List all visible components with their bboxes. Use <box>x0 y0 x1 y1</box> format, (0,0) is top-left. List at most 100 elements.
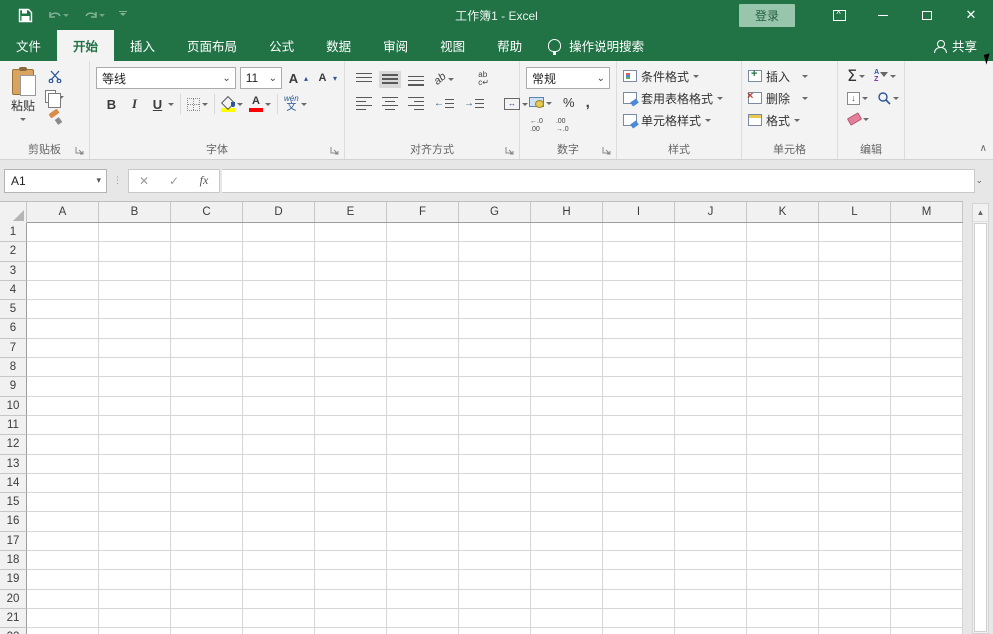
row-header-2[interactable]: 2 <box>0 242 27 261</box>
cell-F10[interactable] <box>387 397 459 416</box>
cell-M11[interactable] <box>891 416 963 435</box>
cell-C19[interactable] <box>171 570 243 589</box>
column-header-D[interactable]: D <box>243 202 315 222</box>
cell-K19[interactable] <box>747 570 819 589</box>
cell-J7[interactable] <box>675 339 747 358</box>
tab-file[interactable]: 文件 <box>0 30 57 61</box>
cell-H15[interactable] <box>531 493 603 512</box>
row-header-14[interactable]: 14 <box>0 474 27 493</box>
percent-style-button[interactable]: % <box>560 93 578 112</box>
redo-icon[interactable] <box>83 9 105 22</box>
cell-F3[interactable] <box>387 262 459 281</box>
cell-L4[interactable] <box>819 281 891 300</box>
tab-help[interactable]: 帮助 <box>481 30 538 61</box>
cell-A13[interactable] <box>27 455 99 474</box>
cell-H13[interactable] <box>531 455 603 474</box>
close-button[interactable]: ✕ <box>949 0 993 30</box>
cell-L10[interactable] <box>819 397 891 416</box>
cell-G15[interactable] <box>459 493 531 512</box>
cell-H14[interactable] <box>531 474 603 493</box>
cell-L3[interactable] <box>819 262 891 281</box>
cell-I4[interactable] <box>603 281 675 300</box>
cell-A12[interactable] <box>27 435 99 454</box>
column-header-K[interactable]: K <box>747 202 819 222</box>
cell-I16[interactable] <box>603 512 675 531</box>
cell-I6[interactable] <box>603 319 675 338</box>
cell-K4[interactable] <box>747 281 819 300</box>
cell-M9[interactable] <box>891 377 963 396</box>
cell-C2[interactable] <box>171 242 243 261</box>
cell-L20[interactable] <box>819 590 891 609</box>
cell-H17[interactable] <box>531 532 603 551</box>
cell-L19[interactable] <box>819 570 891 589</box>
increase-indent-button[interactable]: → <box>461 95 487 112</box>
cell-H3[interactable] <box>531 262 603 281</box>
fill-color-button[interactable] <box>218 95 246 114</box>
cell-C5[interactable] <box>171 300 243 319</box>
cell-A5[interactable] <box>27 300 99 319</box>
cell-L14[interactable] <box>819 474 891 493</box>
cut-button[interactable] <box>42 68 67 85</box>
cell-K16[interactable] <box>747 512 819 531</box>
row-header-6[interactable]: 6 <box>0 319 27 338</box>
cell-F1[interactable] <box>387 223 459 242</box>
fill-button[interactable]: ↓ <box>844 90 871 107</box>
cell-M7[interactable] <box>891 339 963 358</box>
column-header-G[interactable]: G <box>459 202 531 222</box>
cell-H5[interactable] <box>531 300 603 319</box>
expand-formula-bar-icon[interactable]: ⌄ <box>975 175 989 186</box>
cell-B17[interactable] <box>99 532 171 551</box>
cell-I12[interactable] <box>603 435 675 454</box>
cell-K9[interactable] <box>747 377 819 396</box>
cell-L15[interactable] <box>819 493 891 512</box>
cell-A18[interactable] <box>27 551 99 570</box>
sign-in-button[interactable]: 登录 <box>739 4 795 27</box>
cell-I3[interactable] <box>603 262 675 281</box>
cell-K5[interactable] <box>747 300 819 319</box>
cell-E14[interactable] <box>315 474 387 493</box>
cell-F13[interactable] <box>387 455 459 474</box>
cell-F2[interactable] <box>387 242 459 261</box>
cell-D18[interactable] <box>243 551 315 570</box>
cell-E12[interactable] <box>315 435 387 454</box>
cell-L6[interactable] <box>819 319 891 338</box>
cell-L13[interactable] <box>819 455 891 474</box>
cell-F12[interactable] <box>387 435 459 454</box>
cell-B11[interactable] <box>99 416 171 435</box>
column-header-E[interactable]: E <box>315 202 387 222</box>
cell-M3[interactable] <box>891 262 963 281</box>
cell-G3[interactable] <box>459 262 531 281</box>
cell-C9[interactable] <box>171 377 243 396</box>
cell-B6[interactable] <box>99 319 171 338</box>
row-header-8[interactable]: 8 <box>0 358 27 377</box>
cell-I18[interactable] <box>603 551 675 570</box>
cell-D22[interactable] <box>243 628 315 634</box>
cell-C4[interactable] <box>171 281 243 300</box>
cell-G4[interactable] <box>459 281 531 300</box>
format-as-table-button[interactable]: 套用表格格式 <box>621 87 737 109</box>
cell-H6[interactable] <box>531 319 603 338</box>
cell-I10[interactable] <box>603 397 675 416</box>
cell-A19[interactable] <box>27 570 99 589</box>
cell-H11[interactable] <box>531 416 603 435</box>
tab-page-layout[interactable]: 页面布局 <box>171 30 253 61</box>
cell-G12[interactable] <box>459 435 531 454</box>
sort-filter-button[interactable]: AZ <box>871 67 899 85</box>
cell-M1[interactable] <box>891 223 963 242</box>
grow-font-button[interactable]: A <box>282 69 311 88</box>
cell-G16[interactable] <box>459 512 531 531</box>
cell-H1[interactable] <box>531 223 603 242</box>
cell-I1[interactable] <box>603 223 675 242</box>
tab-data[interactable]: 数据 <box>310 30 367 61</box>
cell-M15[interactable] <box>891 493 963 512</box>
column-header-M[interactable]: M <box>891 202 963 222</box>
cell-E20[interactable] <box>315 590 387 609</box>
cell-F17[interactable] <box>387 532 459 551</box>
cell-E6[interactable] <box>315 319 387 338</box>
cell-E19[interactable] <box>315 570 387 589</box>
top-align-button[interactable] <box>353 71 375 88</box>
cell-I21[interactable] <box>603 609 675 628</box>
tab-formulas[interactable]: 公式 <box>253 30 310 61</box>
cell-J19[interactable] <box>675 570 747 589</box>
column-header-F[interactable]: F <box>387 202 459 222</box>
